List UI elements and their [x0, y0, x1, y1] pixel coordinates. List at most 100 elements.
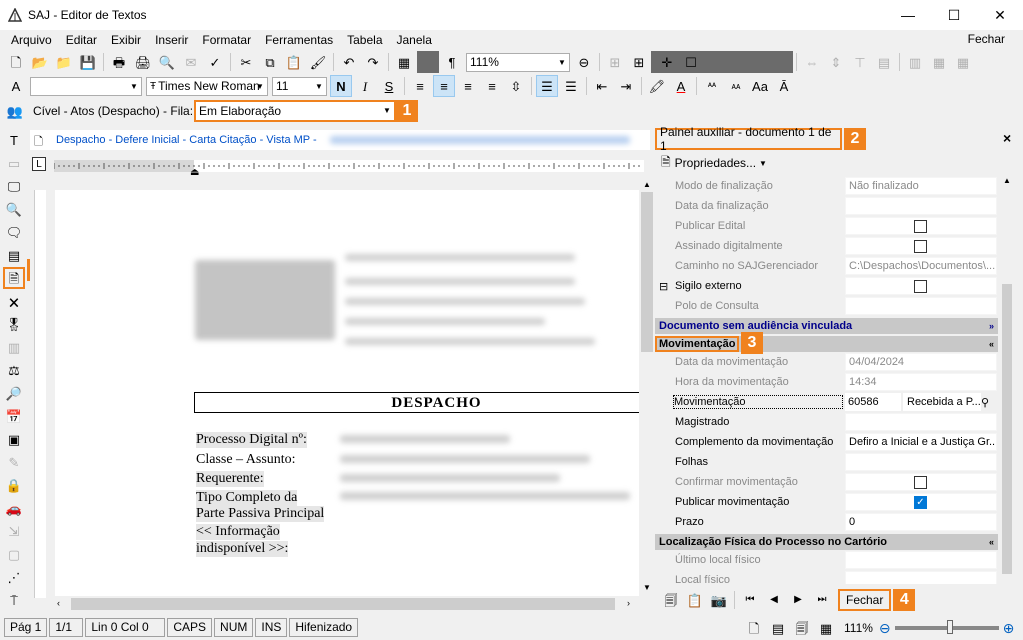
section-header[interactable]: Movimentação «	[655, 336, 998, 352]
cross-icon[interactable]: ✛	[656, 51, 678, 73]
checkbox[interactable]	[914, 279, 927, 293]
movement-description[interactable]: Recebida a P...	[903, 393, 981, 411]
scale-icon[interactable]: ⚖	[3, 359, 25, 381]
numbering-icon[interactable]: ☰	[560, 75, 582, 97]
zoom-out-icon[interactable]: ⊖	[879, 620, 891, 637]
section-header[interactable]: Localização Física do Processo no Cartór…	[655, 534, 998, 550]
stamp-icon[interactable]: ▭	[3, 152, 25, 174]
square-icon[interactable]: ☐	[680, 51, 702, 73]
list-doc-icon[interactable]: ▤	[3, 244, 25, 266]
align-right-icon[interactable]: ≡	[457, 75, 479, 97]
checkbox[interactable]	[914, 475, 927, 489]
lock-icon[interactable]: 🔒	[3, 474, 25, 496]
copy-doc-icon[interactable]: 🗐	[660, 589, 682, 611]
remove-doc-icon[interactable]: 🗙	[3, 290, 25, 312]
horizontal-scrollbar[interactable]: ‹ ›	[55, 596, 639, 612]
vertical-scrollbar[interactable]: ▲ ▼	[639, 178, 655, 598]
export-icon[interactable]: ⇲	[3, 520, 25, 542]
font-color-icon[interactable]: A	[670, 75, 692, 97]
indent-icon[interactable]: ⇥	[615, 75, 637, 97]
table-delete-icon[interactable]: ▥	[904, 51, 926, 73]
bullets-icon[interactable]: ☰	[536, 75, 558, 97]
pilcrow-icon[interactable]: ¶	[441, 51, 463, 73]
grid-icon[interactable]: ⊞	[628, 51, 650, 73]
checkbox[interactable]	[914, 239, 927, 253]
cut-icon[interactable]: ✂	[235, 51, 257, 73]
property-value[interactable]	[845, 197, 997, 215]
table-more-icon[interactable]: ▦	[952, 51, 974, 73]
property-value[interactable]: 0	[845, 513, 997, 531]
signature-icon[interactable]: ✎	[3, 451, 25, 473]
maximize-button[interactable]: ☐	[931, 0, 977, 30]
paste-doc-icon[interactable]: 📋	[684, 589, 706, 611]
hscroll-thumb[interactable]	[71, 598, 615, 610]
underline-button[interactable]: S	[378, 75, 400, 97]
zoom-select[interactable]: 111% ▼	[466, 52, 570, 72]
property-value[interactable]	[845, 277, 997, 295]
panel-close-button[interactable]: Fechar	[838, 589, 892, 611]
table-select-icon[interactable]: ▦	[928, 51, 950, 73]
text-tool-icon[interactable]: T	[3, 129, 25, 151]
property-value[interactable]: 60586 Recebida a P... ⚲	[845, 393, 997, 411]
email-icon[interactable]: ✉	[180, 51, 202, 73]
document-properties-icon[interactable]: 🗎	[3, 267, 25, 289]
calendar-icon[interactable]: 📅	[3, 405, 25, 427]
scroll-up-icon[interactable]: ▲	[643, 180, 651, 189]
checkbox[interactable]	[914, 219, 927, 233]
property-value[interactable]	[845, 297, 997, 315]
style-icon[interactable]: A	[5, 75, 27, 97]
section-header[interactable]: Documento sem audiência vinculada »	[655, 318, 998, 334]
car-icon[interactable]: 🚗	[3, 497, 25, 519]
scroll-right-icon[interactable]: ›	[627, 598, 630, 608]
comment-icon[interactable]: 🗨	[3, 221, 25, 243]
property-value[interactable]	[845, 453, 997, 471]
align-left-icon[interactable]: ≡	[409, 75, 431, 97]
property-value[interactable]: 14:34	[845, 373, 997, 391]
redo-icon[interactable]: ↷	[362, 51, 384, 73]
print-setup-icon[interactable]: 🖨	[132, 51, 154, 73]
template-icon[interactable]: ▣	[3, 428, 25, 450]
menu-janela[interactable]: Janela	[390, 30, 439, 50]
scroll-thumb[interactable]	[641, 192, 653, 352]
outdent-icon[interactable]: ⇤	[591, 75, 613, 97]
two-page-view-icon[interactable]: 🗐	[791, 617, 813, 639]
collapse-icon[interactable]: «	[989, 537, 994, 547]
document-tab[interactable]: Despacho - Defere Inicial - Carta Citaçã…	[56, 134, 317, 146]
open-folder-icon[interactable]: 📂	[29, 51, 51, 73]
panel-close-icon[interactable]: ×	[1003, 130, 1011, 146]
highlight-icon[interactable]: 🖍	[646, 75, 668, 97]
menu-exibir[interactable]: Exibir	[104, 30, 148, 50]
camera-icon[interactable]: 📷	[708, 589, 730, 611]
zoom-in-icon[interactable]: ⊕	[1003, 620, 1015, 637]
property-value[interactable]: Não finalizado	[845, 177, 997, 195]
change-case-icon[interactable]: Aa	[749, 75, 771, 97]
superscript-icon[interactable]: ᴬᴬ	[701, 75, 723, 97]
print-preview-icon[interactable]: 🔍	[156, 51, 178, 73]
zoom-slider-thumb[interactable]	[946, 620, 953, 634]
subscript-icon[interactable]: ᴀᴀ	[725, 75, 747, 97]
last-page-icon[interactable]: ⏭	[811, 589, 833, 611]
font-size-select[interactable]: 11 ▼	[272, 76, 327, 96]
property-value[interactable]	[845, 217, 997, 235]
property-value[interactable]	[845, 413, 997, 431]
table-insert-icon[interactable]: ⊞	[604, 51, 626, 73]
symbols-icon[interactable]: Ā	[773, 75, 795, 97]
print-icon[interactable]: 🖶	[108, 51, 130, 73]
next-page-icon[interactable]: ▶	[787, 589, 809, 611]
scroll-left-icon[interactable]: ‹	[57, 598, 60, 608]
paste-icon[interactable]: 📋	[283, 51, 305, 73]
menu-tabela[interactable]: Tabela	[340, 30, 389, 50]
preview-doc-icon[interactable]: 🔍	[3, 198, 25, 220]
menu-ferramentas[interactable]: Ferramentas	[258, 30, 340, 50]
property-value[interactable]: 04/04/2024	[845, 353, 997, 371]
menu-arquivo[interactable]: Arquivo	[4, 30, 59, 50]
font-select[interactable]: Ŧ Times New Roman ▼	[146, 76, 268, 96]
collapse-icon[interactable]: «	[989, 339, 994, 349]
menu-formatar[interactable]: Formatar	[195, 30, 258, 50]
scroll-up-icon[interactable]: ▲	[1003, 176, 1011, 185]
align-table-icon[interactable]: ⊤	[849, 51, 871, 73]
expand-icon[interactable]: »	[989, 321, 994, 331]
share-icon[interactable]: ⋰	[3, 566, 25, 588]
normal-view-icon[interactable]: ▤	[767, 617, 789, 639]
undo-icon[interactable]: ↶	[338, 51, 360, 73]
